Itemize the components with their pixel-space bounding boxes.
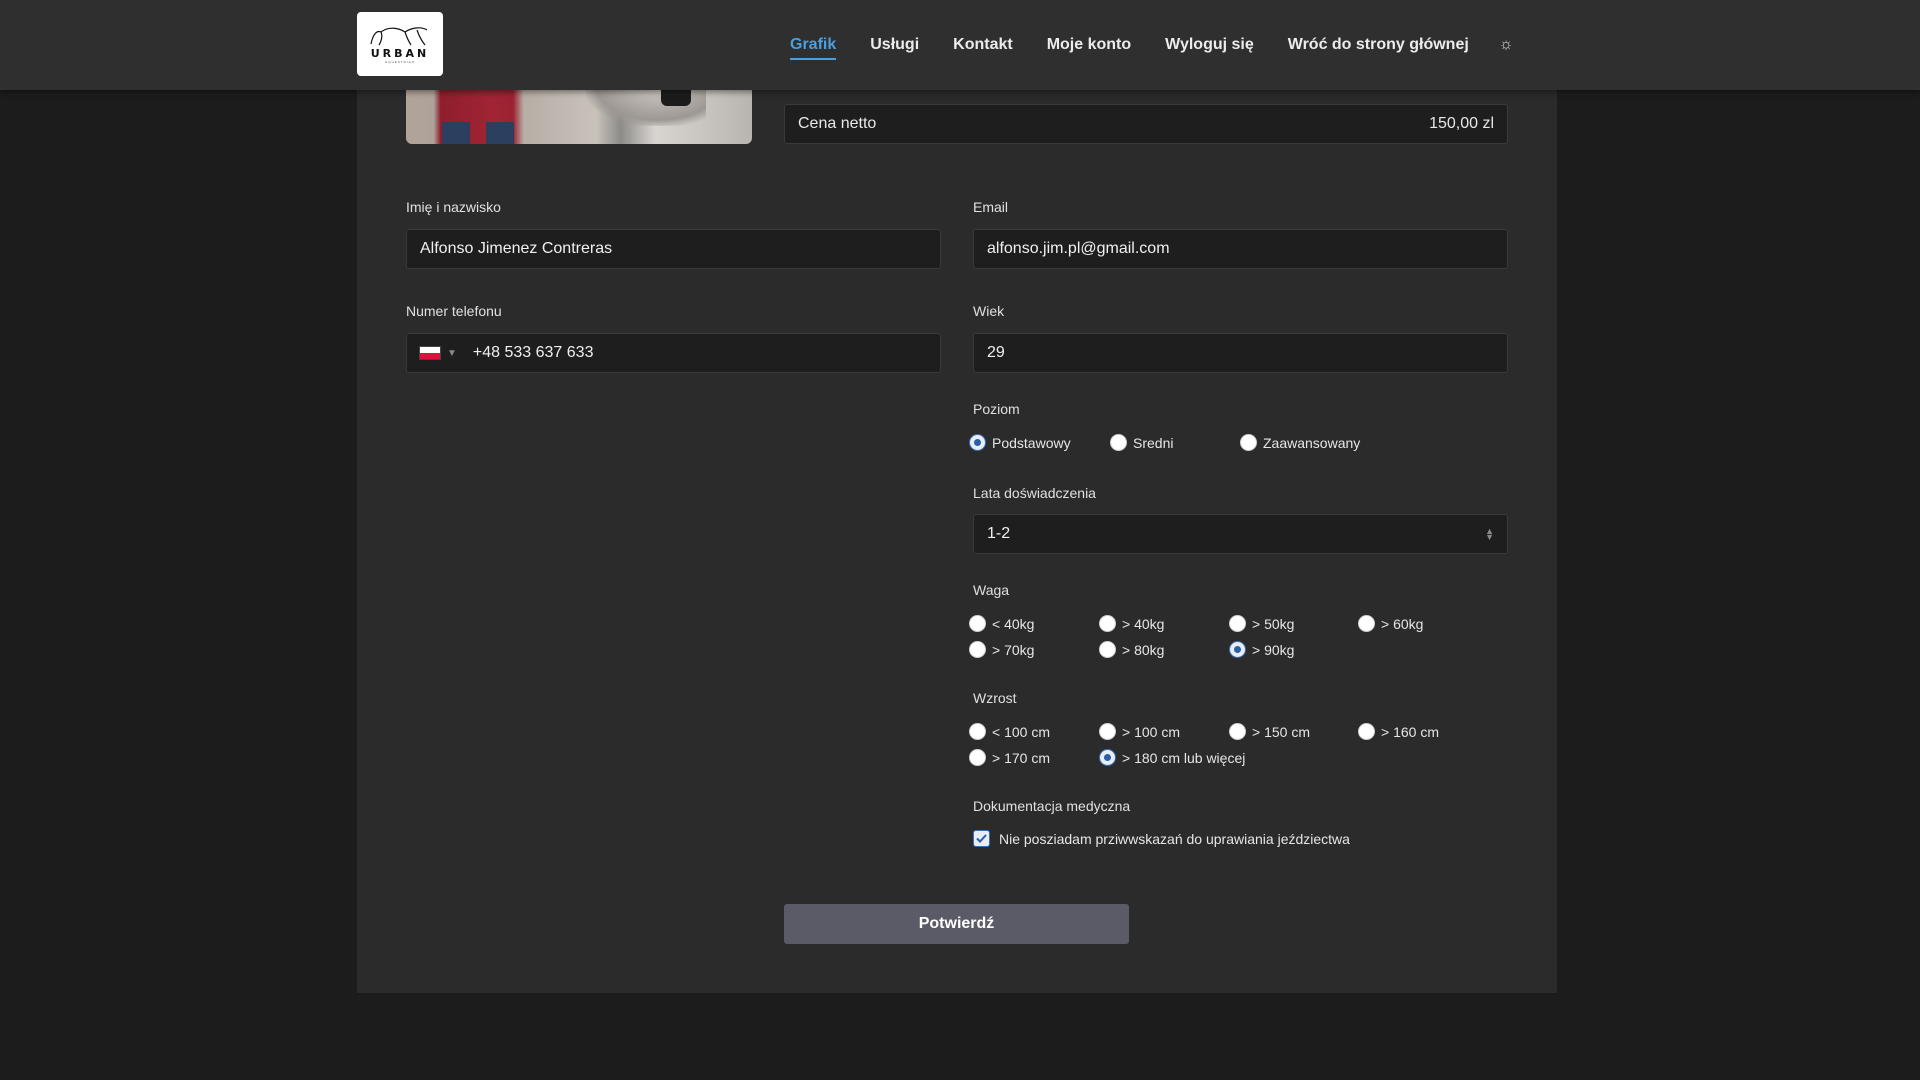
nav-kontakt[interactable]: Kontakt	[953, 30, 1013, 60]
age-label: Wiek	[973, 303, 1005, 319]
radio-dot[interactable]	[1358, 615, 1375, 632]
nav-grafik[interactable]: Grafik	[790, 30, 837, 60]
nav-moje-konto[interactable]: Moje konto	[1047, 30, 1131, 60]
radio-label: > 180 cm lub więcej	[1122, 749, 1246, 766]
main-nav: Grafik Usługi Kontakt Moje konto Wyloguj…	[790, 0, 1513, 90]
radio-label: Podstawowy	[992, 434, 1071, 451]
price-label: Cena netto	[798, 115, 877, 132]
radio-dot[interactable]	[1240, 434, 1257, 451]
radio-label: Sredni	[1133, 434, 1174, 451]
radio-dot[interactable]	[1229, 723, 1246, 740]
medical-checkbox-label: Nie posziadam prziwwskazań do uprawiania…	[999, 830, 1350, 847]
name-field[interactable]: Alfonso Jimenez Contreras	[406, 229, 941, 269]
radio-label: Zaawansowany	[1263, 434, 1361, 451]
radio-label: > 50kg	[1252, 615, 1295, 632]
radio-label: > 80kg	[1122, 641, 1165, 658]
confirm-button[interactable]: Potwierdź	[784, 904, 1129, 944]
urban-logo[interactable]: URBAN EQUESTRIAN	[357, 12, 443, 76]
weight-radio-gt40[interactable]: > 40kg	[1099, 615, 1164, 632]
sun-icon[interactable]: ☼	[1499, 36, 1514, 54]
height-radio-lt100[interactable]: < 100 cm	[969, 723, 1050, 740]
level-label: Poziom	[973, 401, 1020, 417]
height-radio-gt180[interactable]: > 180 cm lub więcej	[1099, 749, 1245, 766]
radio-dot[interactable]	[1099, 641, 1116, 658]
weight-radio-gt90[interactable]: > 90kg	[1229, 641, 1294, 658]
radio-dot[interactable]	[969, 641, 986, 658]
medical-checkbox[interactable]	[973, 830, 990, 847]
name-label: Imię i nazwisko	[406, 199, 501, 215]
select-arrows-icon: ▲ ▼	[1485, 526, 1494, 542]
radio-dot[interactable]	[1358, 723, 1375, 740]
radio-dot[interactable]	[1099, 723, 1116, 740]
nav-wyloguj[interactable]: Wyloguj się	[1165, 30, 1254, 60]
radio-label: < 40kg	[992, 615, 1035, 632]
rider-legs	[442, 122, 522, 144]
radio-label: > 40kg	[1122, 615, 1165, 632]
price-value: 150,00 zl	[1429, 115, 1494, 132]
radio-dot[interactable]	[1229, 641, 1246, 658]
level-radio-sredni[interactable]: Sredni	[1110, 434, 1173, 451]
radio-dot[interactable]	[1099, 615, 1116, 632]
email-label: Email	[973, 199, 1009, 215]
horse-logo-icon	[370, 27, 428, 46]
phone-field[interactable]: ▼ +48 533 637 633	[406, 333, 941, 373]
email-field[interactable]: alfonso.jim.pl@gmail.com	[973, 229, 1508, 269]
level-radio-zaawansowany[interactable]: Zaawansowany	[1240, 434, 1360, 451]
weight-radio-gt60[interactable]: > 60kg	[1358, 615, 1423, 632]
experience-value: 1-2	[987, 525, 1011, 542]
nav-uslugi[interactable]: Usługi	[870, 30, 919, 60]
radio-label: > 60kg	[1381, 615, 1424, 632]
radio-dot[interactable]	[969, 723, 986, 740]
height-label: Wzrost	[973, 690, 1017, 706]
checkmark-icon	[976, 834, 987, 843]
radio-dot[interactable]	[969, 749, 986, 766]
logo-subtext: EQUESTRIAN	[385, 60, 415, 64]
weight-radio-gt70[interactable]: > 70kg	[969, 641, 1034, 658]
radio-dot[interactable]	[969, 434, 986, 451]
weight-radio-gt80[interactable]: > 80kg	[1099, 641, 1164, 658]
radio-label: > 100 cm	[1122, 723, 1180, 740]
medical-checkbox-row[interactable]: Nie posziadam prziwwskazań do uprawiania…	[973, 830, 1350, 847]
height-radio-gt160[interactable]: > 160 cm	[1358, 723, 1439, 740]
radio-label: > 90kg	[1252, 641, 1295, 658]
top-navbar: URBAN EQUESTRIAN Grafik Usługi Kontakt M…	[0, 0, 1920, 90]
radio-label: > 70kg	[992, 641, 1035, 658]
weight-radio-lt40[interactable]: < 40kg	[969, 615, 1034, 632]
email-value: alfonso.jim.pl@gmail.com	[987, 240, 1170, 257]
chevron-down-icon[interactable]: ▼	[447, 348, 457, 359]
phone-label: Numer telefonu	[406, 303, 502, 319]
experience-select[interactable]: 1-2 ▲ ▼	[973, 514, 1508, 554]
radio-label: > 160 cm	[1381, 723, 1439, 740]
radio-dot[interactable]	[1229, 615, 1246, 632]
radio-label: > 170 cm	[992, 749, 1050, 766]
radio-dot[interactable]	[1110, 434, 1127, 451]
price-display: Cena netto 150,00 zl	[784, 104, 1508, 144]
radio-label: < 100 cm	[992, 723, 1050, 740]
height-radio-gt100[interactable]: > 100 cm	[1099, 723, 1180, 740]
age-field[interactable]: 29	[973, 333, 1508, 373]
name-value: Alfonso Jimenez Contreras	[420, 240, 613, 257]
weight-label: Waga	[973, 582, 1010, 598]
poland-flag-icon[interactable]	[419, 346, 441, 360]
experience-label: Lata doświadczenia	[973, 485, 1096, 501]
level-radio-podstawowy[interactable]: Podstawowy	[969, 434, 1071, 451]
form-panel	[357, 0, 1557, 993]
age-value: 29	[987, 344, 1005, 361]
radio-label: > 150 cm	[1252, 723, 1310, 740]
height-radio-gt150[interactable]: > 150 cm	[1229, 723, 1310, 740]
radio-dot[interactable]	[969, 615, 986, 632]
radio-dot[interactable]	[1099, 749, 1116, 766]
phone-value: +48 533 637 633	[472, 344, 594, 361]
height-radio-gt170[interactable]: > 170 cm	[969, 749, 1050, 766]
nav-strona-glowna[interactable]: Wróć do strony głównej	[1288, 30, 1469, 60]
medical-label: Dokumentacja medyczna	[973, 798, 1131, 814]
weight-radio-gt50[interactable]: > 50kg	[1229, 615, 1294, 632]
logo-text: URBAN	[370, 47, 430, 60]
